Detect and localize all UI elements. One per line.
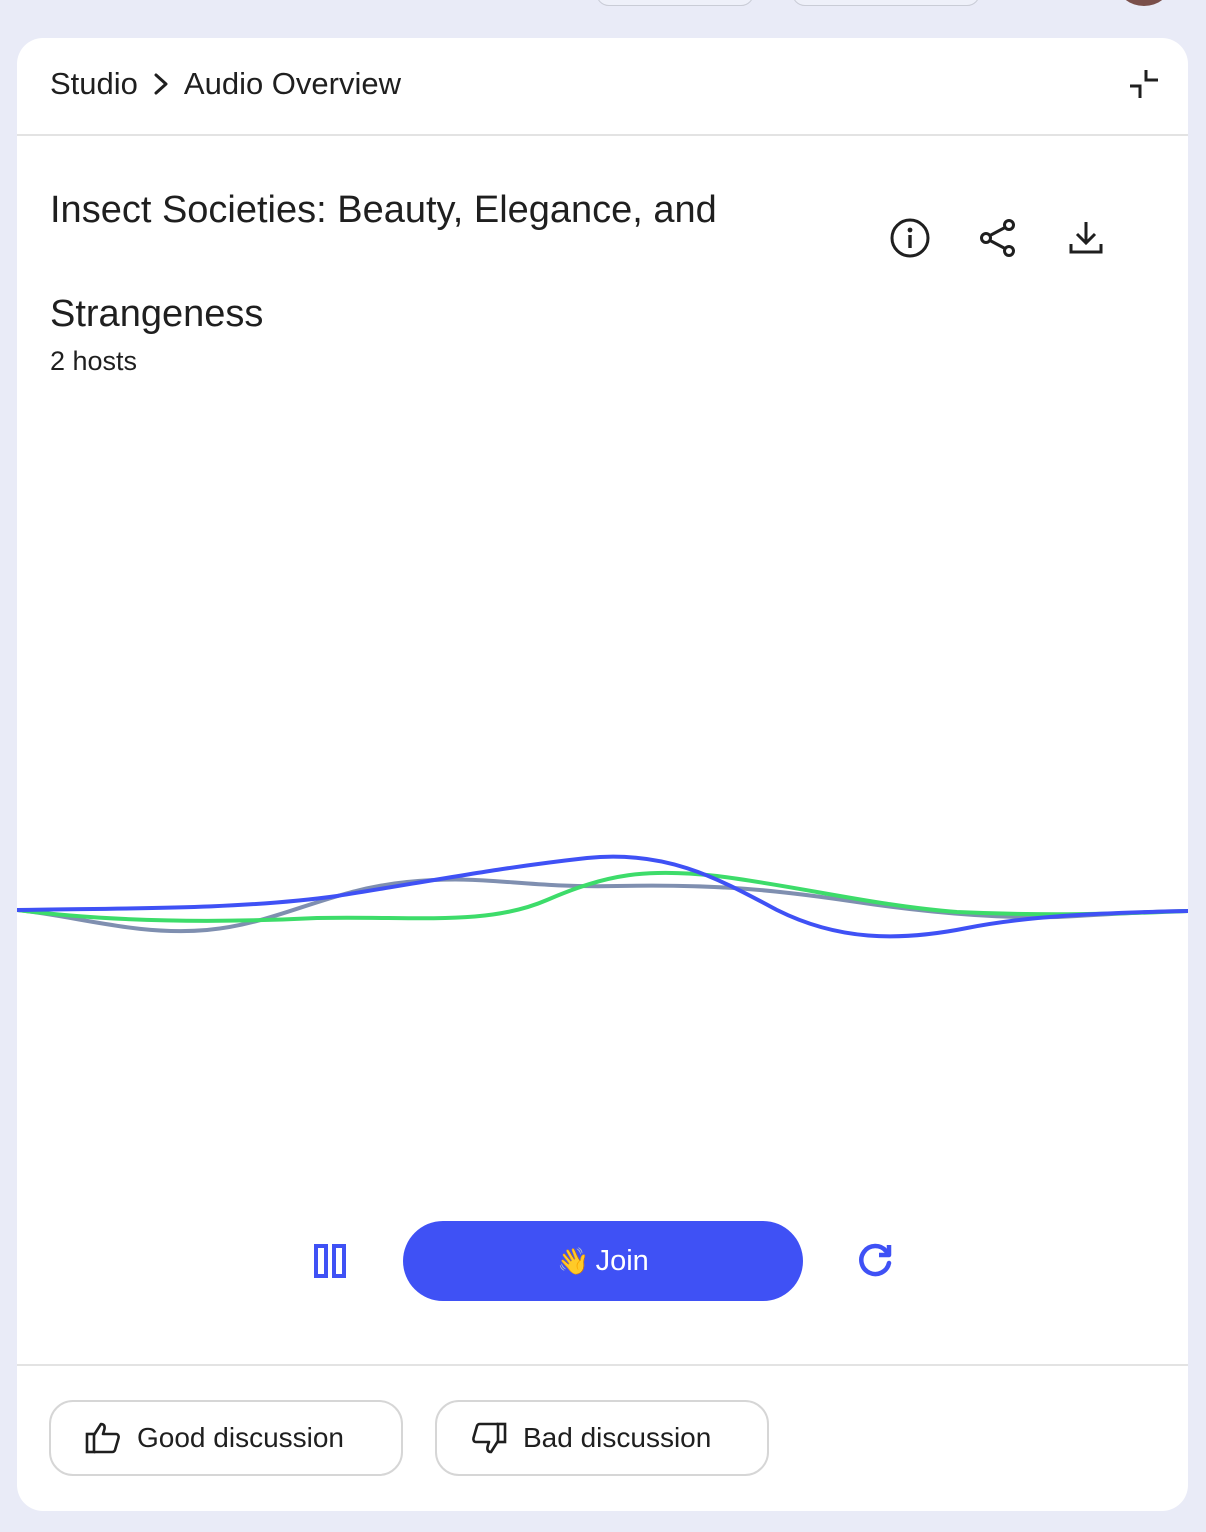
- good-discussion-label: Good discussion: [137, 1422, 345, 1453]
- join-button[interactable]: 👋 Join: [403, 1221, 803, 1301]
- thumbs-down-icon: [472, 1422, 507, 1454]
- wave-green: [17, 870, 1188, 923]
- overview-title-line-2: Strangeness: [50, 293, 264, 335]
- top-pill-right: [792, 0, 980, 6]
- player-controls: 👋 Join: [17, 1221, 1188, 1301]
- pause-icon[interactable]: [313, 1243, 347, 1279]
- join-label: Join: [595, 1244, 649, 1277]
- card-header: Studio Audio Overview: [17, 38, 1188, 136]
- collapse-icon[interactable]: [1128, 68, 1164, 104]
- chevron-right-icon: [144, 72, 178, 96]
- info-icon[interactable]: [887, 215, 933, 261]
- overview-title: Insect Societies: Beauty, Elegance, and …: [50, 158, 810, 366]
- wave-blue: [17, 854, 1188, 939]
- avatar[interactable]: [1118, 0, 1170, 6]
- feedback-footer: Good discussion Bad discussion: [17, 1364, 1188, 1511]
- wave-hand-icon: 👋: [557, 1245, 590, 1276]
- top-pill-left: [596, 0, 754, 6]
- replay-icon[interactable]: [855, 1241, 895, 1281]
- audio-waveform: [17, 854, 1188, 939]
- hosts-count: 2 hosts: [50, 346, 138, 376]
- bad-discussion-button[interactable]: Bad discussion: [435, 1400, 769, 1476]
- bad-discussion-label: Bad discussion: [523, 1422, 712, 1453]
- breadcrumb-audio-overview: Audio Overview: [183, 66, 401, 101]
- download-icon[interactable]: [1063, 215, 1109, 261]
- thumbs-up-icon: [85, 1422, 120, 1454]
- overview-title-line-1: Insect Societies: Beauty, Elegance, and: [50, 189, 717, 231]
- overview-actions: [887, 215, 1109, 261]
- share-icon[interactable]: [975, 215, 1021, 261]
- good-discussion-button[interactable]: Good discussion: [49, 1400, 403, 1476]
- audio-overview-card: Studio Audio Overview Insect Societies: …: [17, 38, 1188, 1511]
- breadcrumb-studio[interactable]: Studio: [50, 66, 138, 102]
- breadcrumb: Studio Audio Overview: [50, 66, 401, 102]
